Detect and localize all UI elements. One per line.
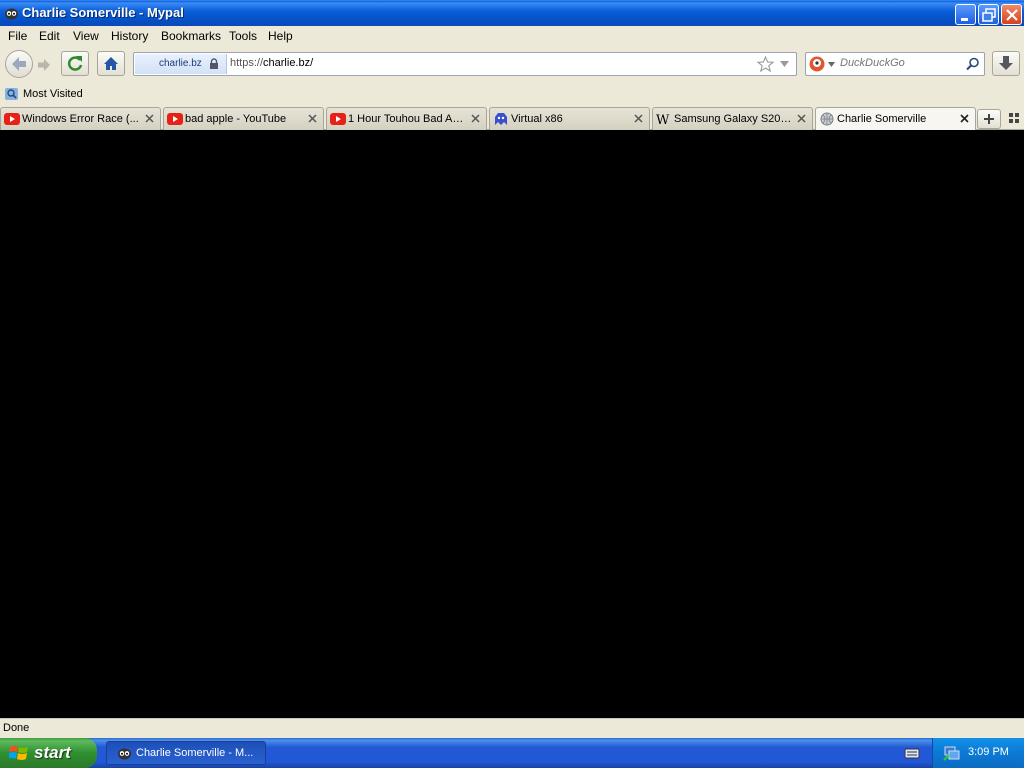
url-text[interactable]: https://charlie.bz/ [230, 57, 313, 69]
youtube-icon [330, 113, 346, 125]
downloads-button[interactable] [992, 51, 1020, 76]
minimize-button[interactable] [955, 4, 976, 25]
search-input[interactable] [840, 57, 960, 69]
tab-label: Samsung Galaxy S20 F... [674, 113, 792, 125]
tab-samsung-galaxy[interactable]: W Samsung Galaxy S20 F... [652, 107, 813, 130]
virtual-x86-icon [495, 113, 507, 125]
search-icon[interactable] [966, 57, 980, 71]
menu-help[interactable]: Help [268, 29, 293, 43]
svg-text:W: W [656, 113, 670, 126]
menu-view[interactable]: View [73, 29, 99, 43]
youtube-icon [167, 113, 183, 125]
reload-button[interactable] [61, 51, 89, 76]
globe-icon [820, 112, 834, 126]
tab-close-icon[interactable] [144, 113, 155, 124]
tab-close-icon[interactable] [959, 113, 970, 124]
bookmarks-toolbar: Most Visited [0, 82, 1024, 106]
tab-close-icon[interactable] [633, 113, 644, 124]
start-label: start [34, 743, 71, 762]
window-title: Charlie Somerville - Mypal [22, 5, 184, 20]
plus-icon [984, 114, 994, 124]
site-identity-button[interactable]: charlie.bz [135, 54, 227, 74]
search-bar[interactable] [805, 52, 985, 76]
search-engine-dropdown-icon[interactable] [828, 62, 835, 67]
list-all-tabs-icon[interactable] [1008, 112, 1020, 124]
mypal-app-icon [5, 8, 18, 20]
tab-label: Windows Error Race (... [22, 113, 139, 125]
bookmark-star-icon[interactable] [757, 56, 774, 72]
start-button[interactable]: start [0, 738, 97, 768]
status-text: Done [3, 722, 30, 734]
url-scheme: https:// [230, 57, 264, 69]
forward-button[interactable] [34, 55, 54, 75]
tab-close-icon[interactable] [470, 113, 481, 124]
tab-windows-error-race[interactable]: Windows Error Race (... [0, 107, 161, 130]
restore-button[interactable] [978, 4, 999, 25]
tab-bad-apple[interactable]: bad apple - YouTube [163, 107, 324, 130]
tab-virtual-x86[interactable]: Virtual x86 [489, 107, 650, 130]
most-visited-label: Most Visited [23, 88, 83, 100]
tab-label: bad apple - YouTube [185, 113, 287, 125]
tab-touhou-bad-apple[interactable]: 1 Hour Touhou Bad Ap... [326, 107, 487, 130]
minimize-icon [961, 18, 968, 21]
menu-bookmarks[interactable]: Bookmarks [161, 29, 221, 43]
restore-icon [982, 8, 996, 22]
reload-icon [67, 56, 83, 71]
windows-logo-icon [9, 746, 28, 760]
youtube-icon [4, 113, 20, 125]
status-bar: Done [0, 718, 1024, 738]
back-button[interactable] [5, 50, 33, 78]
new-tab-button[interactable] [977, 109, 1001, 129]
menu-tools[interactable]: Tools [229, 29, 257, 43]
page-content[interactable] [0, 130, 1024, 718]
navigation-toolbar: charlie.bz https://charlie.bz/ [0, 46, 1024, 82]
wikipedia-icon: W [656, 113, 670, 126]
tab-strip: Windows Error Race (... bad apple - YouT… [0, 106, 1024, 131]
system-tray: 3:09 PM [932, 738, 1024, 768]
menu-bar: File Edit View History Bookmarks Tools H… [0, 26, 1024, 46]
tab-label: Charlie Somerville [837, 113, 927, 125]
close-window-button[interactable] [1001, 4, 1022, 25]
url-bar[interactable]: charlie.bz https://charlie.bz/ [133, 52, 797, 76]
tab-label: 1 Hour Touhou Bad Ap... [348, 113, 466, 125]
taskbar-item-mypal[interactable]: Charlie Somerville - M... [106, 741, 266, 765]
close-icon [1006, 9, 1018, 21]
forward-arrow-icon [38, 59, 50, 71]
tab-close-icon[interactable] [307, 113, 318, 124]
tab-label: Virtual x86 [511, 113, 563, 125]
menu-file[interactable]: File [8, 29, 27, 43]
lock-icon [210, 58, 218, 69]
keyboard-icon[interactable] [904, 746, 920, 760]
identity-host: charlie.bz [159, 58, 202, 69]
back-arrow-icon [12, 57, 26, 71]
mypal-app-icon [118, 748, 131, 760]
taskbar-item-label: Charlie Somerville - M... [136, 747, 254, 759]
menu-history[interactable]: History [111, 29, 148, 43]
title-bar: Charlie Somerville - Mypal [0, 0, 1024, 26]
url-history-dropdown-icon[interactable] [779, 60, 790, 68]
duckduckgo-engine-icon[interactable] [809, 56, 825, 72]
bookmark-most-visited[interactable]: Most Visited [4, 86, 83, 102]
url-host: charlie.bz/ [263, 57, 314, 69]
clock[interactable]: 3:09 PM [968, 746, 1009, 758]
network-icon[interactable] [943, 744, 961, 762]
most-visited-folder-icon [5, 88, 18, 100]
tab-close-icon[interactable] [796, 113, 807, 124]
taskbar: start Charlie Somerville - M... 3:09 PM [0, 738, 1024, 768]
home-button[interactable] [97, 51, 125, 76]
home-icon [104, 57, 118, 70]
menu-edit[interactable]: Edit [39, 29, 60, 43]
download-arrow-icon [999, 56, 1013, 70]
tab-charlie-somerville[interactable]: Charlie Somerville [815, 107, 976, 131]
